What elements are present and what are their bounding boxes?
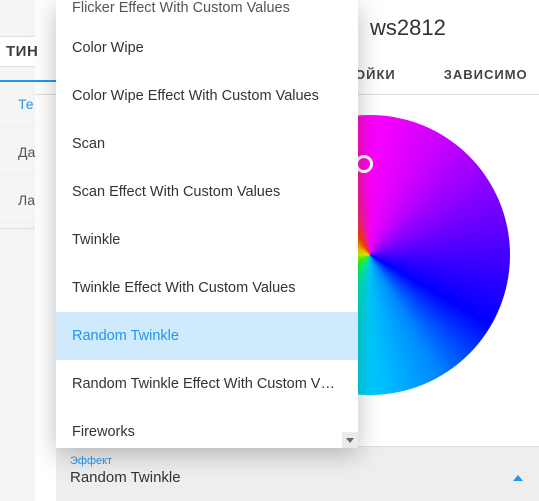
top-tab-settings[interactable]: ОЙКИ: [355, 55, 396, 94]
dropdown-item[interactable]: Scan: [56, 120, 358, 168]
dropdown-item[interactable]: Fireworks: [56, 408, 358, 448]
dropdown-item[interactable]: Color Wipe Effect With Custom Values: [56, 72, 358, 120]
left-tabs: Те Да Ла: [0, 80, 35, 224]
left-section-title: ТИН: [0, 36, 35, 67]
caret-up-icon[interactable]: [513, 475, 523, 481]
effect-field[interactable]: Эффект Random Twinkle: [56, 446, 539, 501]
page-title: ws2812: [370, 15, 446, 41]
effect-dropdown: Flicker Effect With Custom Values Color …: [56, 0, 358, 448]
dropdown-item[interactable]: Scan Effect With Custom Values: [56, 168, 358, 216]
top-tab-dependencies[interactable]: ЗАВИСИМО: [444, 55, 528, 94]
dropdown-item[interactable]: Flicker Effect With Custom Values: [56, 0, 358, 24]
left-tab-1[interactable]: Да: [0, 128, 35, 176]
dropdown-item[interactable]: Random Twinkle Effect With Custom V…: [56, 360, 358, 408]
effect-field-value: Random Twinkle: [70, 469, 181, 486]
left-tab-0[interactable]: Те: [0, 80, 35, 128]
dropdown-item[interactable]: Color Wipe: [56, 24, 358, 72]
dropdown-item-selected[interactable]: Random Twinkle: [56, 312, 358, 360]
dropdown-item[interactable]: Twinkle: [56, 216, 358, 264]
scroll-down-icon[interactable]: [342, 432, 358, 448]
effect-dropdown-list[interactable]: Flicker Effect With Custom Values Color …: [56, 0, 358, 448]
dropdown-item[interactable]: Twinkle Effect With Custom Values: [56, 264, 358, 312]
left-divider: [0, 228, 35, 229]
effect-field-label: Эффект: [70, 455, 523, 467]
left-tab-2[interactable]: Ла: [0, 176, 35, 224]
left-column: [0, 0, 35, 501]
app-root: ТИН Те Да Ла ws2812 ОЙКИ ЗАВИСИМО Эффект…: [0, 0, 539, 501]
